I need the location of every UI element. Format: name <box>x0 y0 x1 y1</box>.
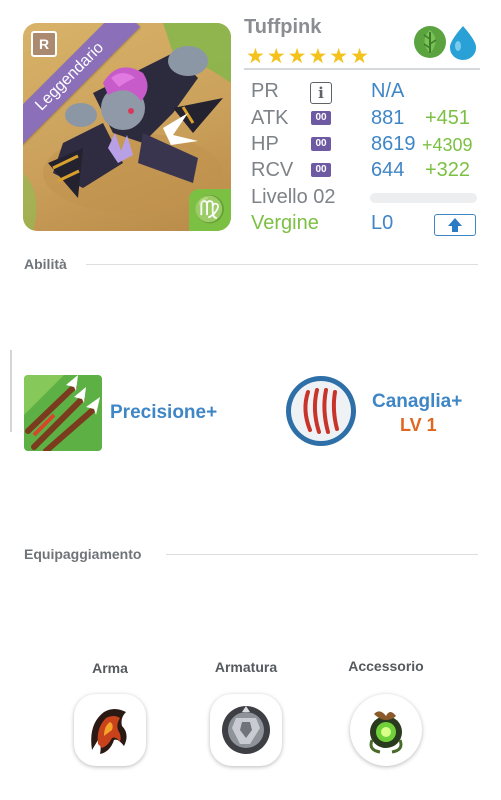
virgo-zodiac-icon: ♍ <box>189 189 231 231</box>
pr-value: N/A <box>371 80 405 102</box>
weapon-slot[interactable] <box>74 694 146 766</box>
rcv-value: 644 <box>371 159 405 181</box>
abilities-section-title: Abilità <box>24 256 67 272</box>
atk-level-chip: 00 <box>311 111 331 125</box>
accessory-icon <box>369 711 403 754</box>
hp-level-chip: 00 <box>311 137 331 151</box>
leaf-icon <box>414 26 446 58</box>
weapon-icon <box>91 709 127 754</box>
equip-label-weapon: Arma <box>92 660 128 676</box>
hero-portrait[interactable]: Leggendario R ♍ <box>23 23 231 231</box>
equipment-divider <box>166 554 478 555</box>
equip-label-accessory: Accessorio <box>348 658 424 674</box>
hp-label: HP <box>251 133 279 155</box>
hp-value: 8619 <box>371 133 416 155</box>
hp-bonus: +4309 <box>422 135 473 155</box>
skill-icon-precisione[interactable] <box>24 375 102 451</box>
rcv-label: RCV <box>251 159 294 181</box>
abilities-divider <box>86 264 478 265</box>
atk-label: ATK <box>251 107 289 129</box>
scroll-handle[interactable] <box>10 350 12 432</box>
atk-bonus: +451 <box>425 107 471 129</box>
atk-value: 881 <box>371 107 405 129</box>
skill-level-canaglia: LV 1 <box>400 415 437 435</box>
zodiac-sign-label: Vergine <box>251 212 319 234</box>
rcv-bonus: +322 <box>425 159 471 181</box>
name-divider <box>244 68 480 70</box>
rank-badge: R <box>31 31 57 57</box>
accessory-slot[interactable] <box>350 694 422 766</box>
water-drop-icon <box>449 26 477 60</box>
skill-name-canaglia[interactable]: Canaglia+ <box>372 391 462 413</box>
arrows-icon <box>24 375 102 451</box>
claw-icon <box>286 376 356 446</box>
equipment-section-title: Equipaggiamento <box>24 546 142 562</box>
skill-icon-canaglia[interactable] <box>284 374 358 448</box>
sign-level-value: L0 <box>371 212 394 234</box>
star-rating: ★★★★★★ <box>246 45 371 68</box>
level-progress-bar <box>370 193 477 203</box>
armor-slot[interactable] <box>210 694 282 766</box>
skill-name-precisione[interactable]: Precisione+ <box>110 402 217 424</box>
level-label: Livello 02 <box>251 186 336 208</box>
pr-label: PR <box>251 80 279 102</box>
arrow-up-icon <box>448 218 462 232</box>
info-icon[interactable]: i <box>310 82 332 104</box>
hero-name: Tuffpink <box>244 16 322 38</box>
rcv-level-chip: 00 <box>311 163 331 177</box>
equip-label-armor: Armatura <box>214 659 278 675</box>
armor-icon <box>222 706 270 754</box>
upgrade-button[interactable] <box>434 214 476 236</box>
